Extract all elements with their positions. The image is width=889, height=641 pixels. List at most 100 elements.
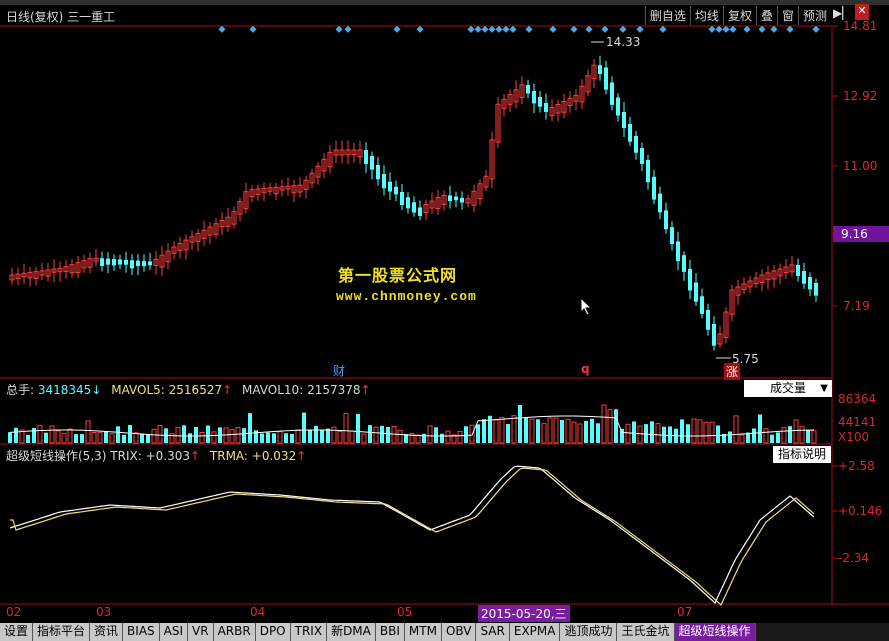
volume-bar [806, 430, 810, 443]
volume-bar [614, 409, 618, 443]
toolbar-remove-favorite[interactable]: 删自选 [644, 6, 690, 25]
candle-body [808, 277, 812, 290]
candle-body [130, 260, 134, 269]
indicator-axis-label: -2.34 [838, 551, 870, 565]
volume-bar [637, 425, 643, 444]
volume-bar [37, 424, 43, 444]
volume-bar [146, 434, 150, 443]
candle-body [112, 259, 116, 266]
volume-bar [464, 426, 468, 443]
tab-16[interactable]: 王氏金坑 [617, 623, 675, 641]
tab-17[interactable]: 超级短线操作 [674, 623, 756, 641]
tab-4[interactable]: ASI [159, 623, 189, 641]
volume-bar [32, 427, 36, 443]
volume-bar [457, 430, 463, 444]
tab-9[interactable]: 新DMA [327, 623, 376, 641]
tab-2[interactable]: 资讯 [90, 623, 124, 641]
candle-body [634, 136, 638, 153]
tab-7[interactable]: DPO [255, 623, 291, 641]
candle-body [460, 197, 464, 203]
volume-bar [248, 413, 252, 443]
volume-bar [752, 428, 756, 443]
candle-body [364, 150, 368, 164]
volume-bar [128, 425, 132, 443]
event-marker-q[interactable]: q [581, 362, 590, 376]
tab-6[interactable]: ARBR [213, 623, 256, 641]
tab-10[interactable]: BBI [375, 623, 405, 641]
signal-diamond [467, 25, 475, 33]
volume-bar [235, 426, 241, 444]
candle-body [658, 193, 662, 213]
candle-body [382, 174, 386, 189]
indicator-name: 超级短线操作(5,3) [6, 449, 107, 463]
volume-bar [373, 426, 379, 444]
chart-toolbar: 删自选 均线 复权 叠 窗 预测 [644, 6, 831, 25]
volume-type-select[interactable]: 成交量 ▼ [744, 380, 832, 397]
date-label: 03 [96, 605, 112, 619]
event-marker-zhang[interactable]: 涨 [724, 363, 741, 380]
volume-bar [553, 417, 559, 444]
volume-bar [440, 433, 444, 443]
down-arrow-icon: ↓ [91, 383, 102, 397]
candle-body [652, 176, 656, 200]
close-icon[interactable]: ✕ [855, 4, 869, 20]
candle-body [106, 258, 110, 265]
volume-bar [511, 415, 517, 444]
volume-bar [482, 419, 486, 443]
volume-bar [625, 423, 631, 444]
tab-12[interactable]: OBV [441, 623, 477, 641]
volume-bar [182, 425, 186, 443]
mavol5-value: 2516527 [168, 383, 223, 397]
candle-body [370, 156, 374, 170]
tab-0[interactable]: 设置 [0, 623, 34, 641]
mavol10-value: 2157378 [307, 383, 361, 397]
tab-13[interactable]: SAR [476, 623, 510, 641]
volume-bar [697, 419, 703, 444]
date-label: 05 [397, 605, 413, 619]
volume-bar [223, 427, 229, 444]
toolbar-overlay[interactable]: 叠 [755, 6, 777, 25]
toolbar-forecast[interactable]: 预测 [797, 6, 831, 25]
signal-diamond [393, 25, 401, 33]
tab-15[interactable]: 逃顶成功 [560, 623, 618, 641]
toolbar-window[interactable]: 窗 [776, 6, 798, 25]
tab-5[interactable]: VR [188, 623, 214, 641]
volume-bar [343, 412, 349, 444]
candle-body [136, 260, 140, 267]
volume-bar [445, 430, 451, 444]
up-arrow-icon: ↑ [360, 383, 371, 397]
toolbar-adjust[interactable]: 复权 [722, 6, 756, 25]
signal-diamond [495, 25, 503, 33]
tab-1[interactable]: 指标平台 [33, 623, 91, 641]
volume-bar [758, 414, 762, 443]
volume-bar [361, 433, 367, 444]
candle-body [814, 283, 818, 296]
tab-14[interactable]: EXPMA [509, 623, 561, 641]
signal-diamond [708, 25, 716, 33]
candle-body [604, 67, 608, 90]
toolbar-ma[interactable]: 均线 [689, 6, 723, 25]
signal-diamond [786, 25, 794, 33]
volume-bar [518, 405, 522, 443]
tab-3[interactable]: BIAS [123, 623, 160, 641]
volume-bar [116, 426, 120, 443]
volume-bar [260, 433, 264, 443]
indicator-help-button[interactable]: 指标说明 [773, 446, 831, 463]
tab-8[interactable]: TRIX [290, 623, 328, 641]
volume-bar [386, 427, 390, 443]
volume-bar [229, 428, 235, 444]
volume-bar [211, 431, 217, 444]
indicator-tab-bar: 设置 指标平台 资讯 BIAS ASI VR ARBR DPO TRIX 新DMA BBI MTM OB… [0, 623, 889, 641]
volume-bar [565, 418, 571, 444]
volume-bar [284, 433, 288, 443]
arrow-right-icon[interactable]: ▶▏ [833, 6, 851, 20]
candle-body [148, 261, 152, 266]
event-marker-cai[interactable]: 财 [333, 362, 345, 379]
tab-11[interactable]: MTM [404, 623, 442, 641]
volume-bar [151, 428, 157, 444]
candle-body [628, 124, 632, 142]
volume-bar [277, 431, 283, 444]
signal-diamond [570, 25, 578, 33]
volume-bar [703, 421, 709, 444]
volume-bar [493, 419, 499, 444]
